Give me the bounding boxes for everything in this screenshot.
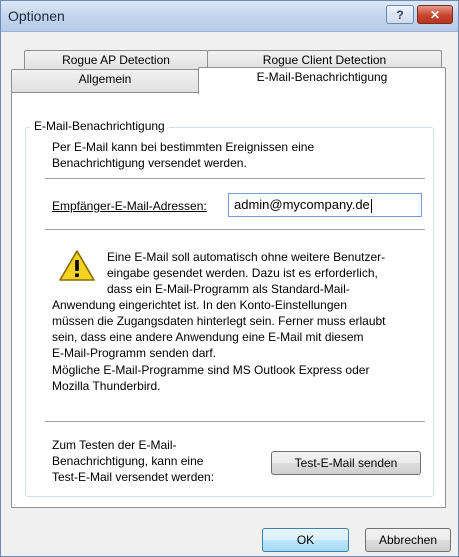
help-button[interactable]: ? [386,5,414,24]
group-legend: E-Mail-Benachrichtigung [30,119,169,133]
tab-allgemein[interactable]: Allgemein [11,69,199,92]
separator [45,229,425,230]
intro-text-line1: Per E-Mail kann bei bestimmten Ereigniss… [52,140,315,154]
send-test-email-button[interactable]: Test-E-Mail senden [271,451,421,475]
close-button[interactable]: ✕ [417,5,453,24]
programs-text-line1: Mögliche E-Mail-Programme sind MS Outloo… [52,363,370,377]
separator [45,178,425,179]
options-dialog: Optionen ? ✕ Rogue AP Detection Rogue Cl… [0,0,459,557]
intro-text-line2: Benachrichtigung versendet werden. [52,156,247,170]
cancel-button[interactable]: Abbrechen [365,528,451,552]
text-caret [370,198,372,213]
recipients-input[interactable]: admin@mycompany.de [228,193,422,217]
tab-email-benachrichtigung[interactable]: E-Mail-Benachrichtigung [198,67,446,94]
separator [45,421,425,422]
test-text-line3: Test-E-Mail versendet werden: [52,470,215,484]
warning-text-line7: E-Mail-Programm senden darf. [52,346,217,360]
title-bar[interactable]: Optionen ? ✕ [1,1,458,32]
test-text-line2: Benachrichtigung, kann eine [52,454,204,468]
ok-button[interactable]: OK [262,528,349,552]
recipients-label: Empfänger-E-Mail-Adressen: [52,199,207,213]
warning-icon [59,250,95,281]
warning-text-line3: dass ein E-Mail-Programm als Standard-Ma… [107,282,350,296]
warning-text-line5: müssen die Zugangsdaten hinterlegt sein.… [52,314,386,328]
warning-text-line1: Eine E-Mail soll automatisch ohne weiter… [107,250,386,264]
programs-text-line2: Mozilla Thunderbird. [52,379,161,393]
test-text-line1: Zum Testen der E-Mail- [52,438,177,452]
warning-text-line6: sein, dass eine andere Anwendung eine E-… [52,330,364,344]
tab-rogue-ap-detection[interactable]: Rogue AP Detection [24,50,208,70]
window-title: Optionen [8,8,65,24]
recipients-value: admin@mycompany.de [234,197,370,212]
warning-text-line4: Anwendung eingerichtet ist. In den Konto… [52,298,347,312]
warning-text-line2: eingabe gesendet werden. Dazu ist es erf… [107,266,378,280]
